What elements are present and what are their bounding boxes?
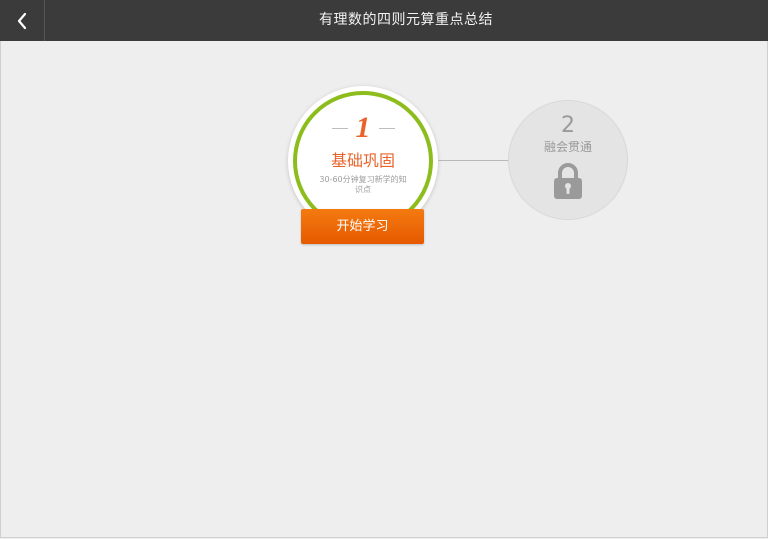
stage-2-number: 2 (561, 113, 575, 138)
top-bar: 有理数的四则元算重点总结 (0, 0, 768, 41)
chevron-left-icon (16, 12, 28, 30)
divider-left (331, 127, 348, 129)
page-title: 有理数的四则元算重点总结 (319, 12, 493, 28)
stage-1-description: 30-60分钟复习新学的知识点 (319, 175, 407, 194)
back-button[interactable] (0, 0, 45, 41)
divider-right (378, 127, 395, 129)
start-learning-button[interactable]: 开始学习 (301, 209, 424, 244)
stage-1-title: 基础巩固 (330, 151, 395, 170)
stage-2-card[interactable]: 2 融会贯通 (508, 100, 628, 220)
stage-connector-line (438, 160, 510, 161)
stage-2-title: 融会贯通 (543, 140, 592, 154)
lock-icon (552, 161, 584, 201)
stage-1-number-row: 1 (297, 113, 429, 143)
stage-1-number: 1 (355, 111, 371, 144)
